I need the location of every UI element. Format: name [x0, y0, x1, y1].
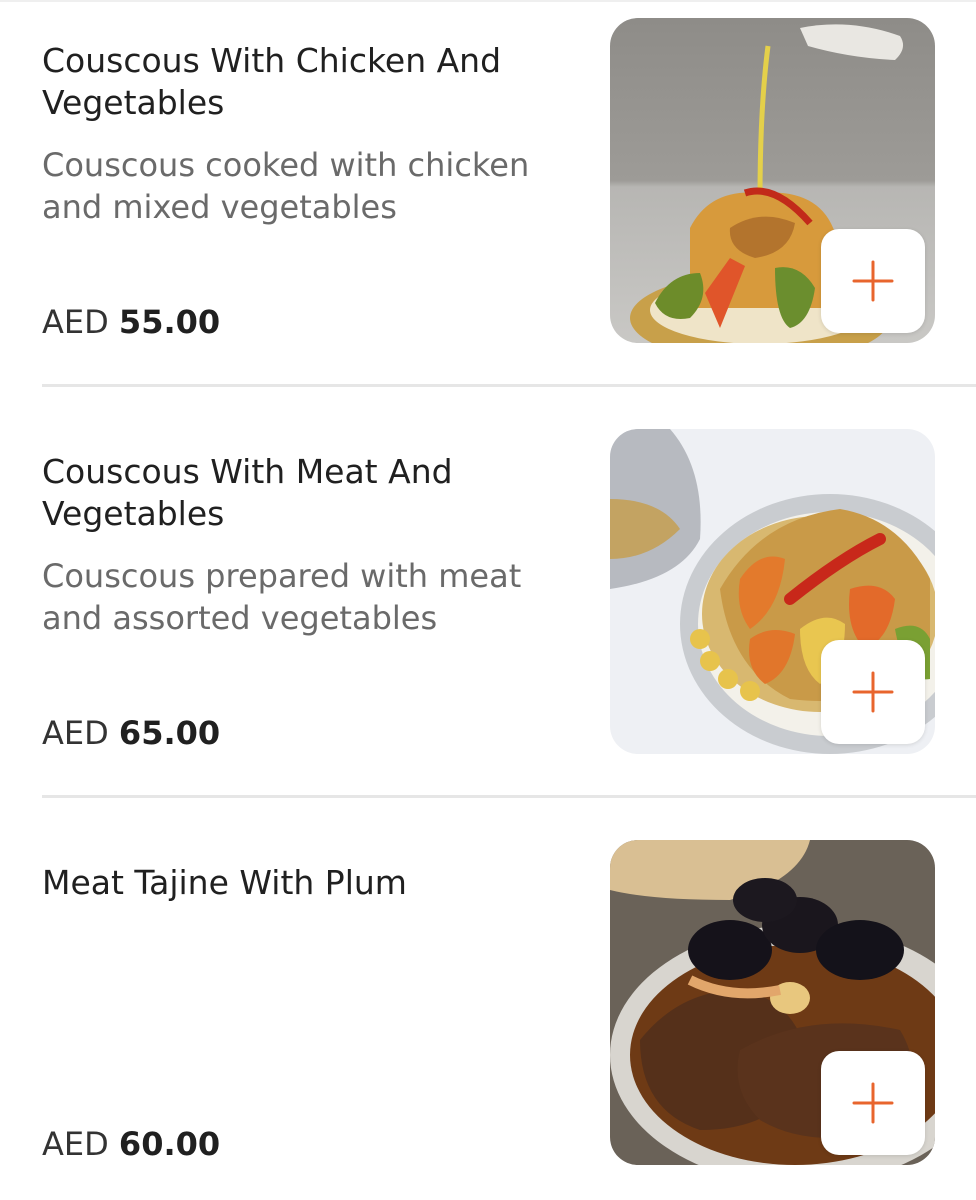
item-image[interactable]: [610, 429, 935, 754]
add-to-cart-button[interactable]: [821, 1051, 925, 1155]
menu-item[interactable]: Meat Tajine With Plum AED 60.00: [0, 822, 976, 1200]
plus-icon: [852, 671, 894, 713]
menu-list: Couscous With Chicken And Vegetables Cou…: [0, 0, 976, 1200]
price-amount: 55.00: [118, 303, 221, 341]
item-divider: [42, 384, 976, 387]
item-title: Couscous With Meat And Vegetables: [42, 452, 453, 533]
price-currency: AED: [42, 303, 109, 341]
price-currency: AED: [42, 1125, 109, 1163]
item-price: AED 65.00: [42, 711, 220, 755]
item-image[interactable]: [610, 18, 935, 343]
item-image[interactable]: [610, 840, 935, 1165]
price-amount: 65.00: [118, 714, 221, 752]
plus-icon: [852, 1082, 894, 1124]
item-description: Couscous cooked with chicken and mixed v…: [42, 146, 530, 226]
item-title: Meat Tajine With Plum: [42, 863, 407, 902]
add-to-cart-button[interactable]: [821, 640, 925, 744]
item-description: Couscous prepared with meat and assorted…: [42, 557, 522, 637]
plus-icon: [852, 260, 894, 302]
price-currency: AED: [42, 714, 109, 752]
item-price: AED 60.00: [42, 1122, 220, 1166]
price-amount: 60.00: [118, 1125, 221, 1163]
item-divider: [42, 795, 976, 798]
menu-item[interactable]: Couscous With Meat And Vegetables Cousco…: [0, 411, 976, 822]
item-title: Couscous With Chicken And Vegetables: [42, 41, 502, 122]
menu-item[interactable]: Couscous With Chicken And Vegetables Cou…: [0, 0, 976, 411]
add-to-cart-button[interactable]: [821, 229, 925, 333]
item-price: AED 55.00: [42, 300, 220, 344]
